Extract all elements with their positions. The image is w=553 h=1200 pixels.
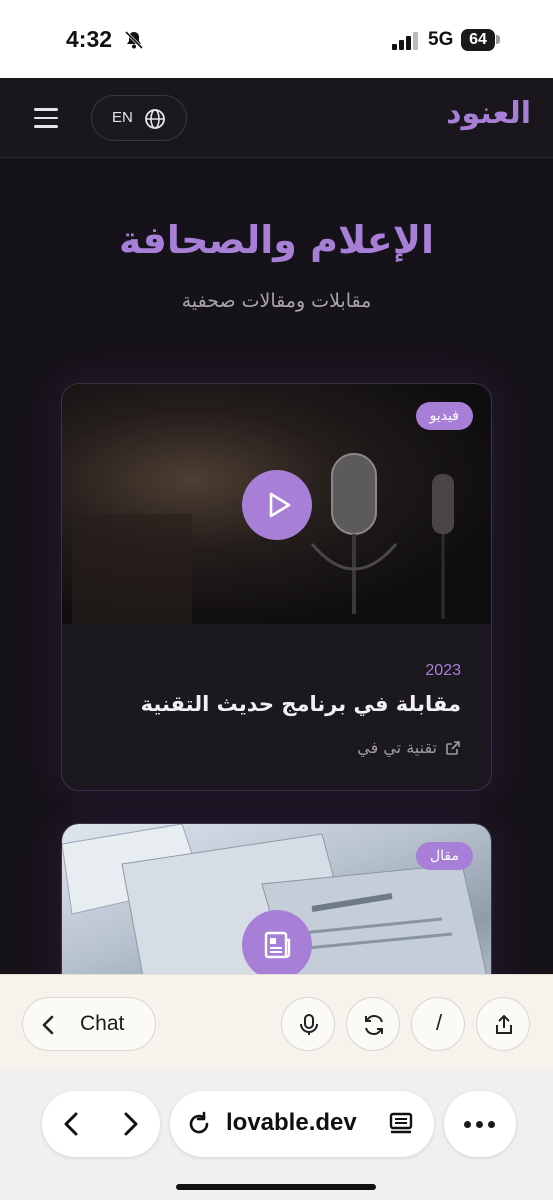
article-button[interactable] <box>242 910 312 974</box>
reload-icon[interactable] <box>186 1111 212 1137</box>
address-bar[interactable]: lovable.dev <box>170 1091 434 1157</box>
bell-slash-icon <box>124 30 144 50</box>
card-source-link[interactable]: تقنية تي في <box>357 738 461 757</box>
status-bar: 4:32 5G 64 <box>0 0 553 78</box>
language-label: EN <box>112 109 133 126</box>
share-icon <box>496 1015 512 1034</box>
chat-label: Chat <box>80 1012 125 1035</box>
card-year: 2023 <box>425 662 461 679</box>
card-badge: مقال <box>415 842 473 870</box>
nav-buttons <box>42 1091 160 1157</box>
chevron-left-icon <box>42 1015 54 1035</box>
play-icon <box>269 492 291 518</box>
navbar: EN العنود <box>0 78 553 158</box>
card-image: مقال <box>62 824 491 974</box>
back-icon[interactable] <box>60 1111 84 1137</box>
url-text[interactable]: lovable.dev <box>226 1109 357 1137</box>
external-link-icon <box>446 740 460 755</box>
chat-toolbar: Chat / <box>0 974 553 1070</box>
home-indicator <box>176 1184 376 1190</box>
more-button[interactable] <box>444 1091 516 1157</box>
card-image: فيديو <box>62 384 491 624</box>
page-title: الإعلام والصحافة <box>118 218 435 262</box>
newspaper-icon <box>264 931 291 959</box>
hamburger-icon[interactable] <box>34 108 58 128</box>
forward-icon[interactable] <box>118 1111 142 1137</box>
card-badge: فيديو <box>415 402 473 430</box>
signal-icon <box>392 32 418 50</box>
web-app: EN العنود الإعلام والصحافة مقابلات ومقال… <box>0 78 553 974</box>
reader-icon[interactable] <box>388 1111 414 1137</box>
network-label: 5G <box>428 29 454 50</box>
card-source: تقنية تي في <box>357 738 437 757</box>
media-card[interactable]: مقال <box>61 823 492 974</box>
card-title[interactable]: مقابلة في برنامج حديث التقنية <box>141 692 461 716</box>
browser-bar: lovable.dev <box>0 1070 553 1200</box>
slash-button[interactable]: / <box>411 997 465 1051</box>
battery-tip <box>496 35 500 44</box>
language-button[interactable]: EN <box>91 95 187 141</box>
refresh-button[interactable] <box>346 997 400 1051</box>
brand-logo[interactable]: العنود <box>446 96 531 131</box>
microphone-button[interactable] <box>281 997 335 1051</box>
slash-label: / <box>435 1010 443 1035</box>
chat-button[interactable]: Chat <box>22 997 156 1051</box>
more-icon <box>464 1121 471 1128</box>
battery-icon: 64 <box>461 29 495 51</box>
play-button[interactable] <box>242 470 312 540</box>
media-card[interactable]: فيديو 2023 مقابلة في برنامج حديث التقنية… <box>61 383 492 791</box>
globe-icon <box>145 109 165 129</box>
share-button[interactable] <box>476 997 530 1051</box>
status-time: 4:32 <box>66 26 113 52</box>
microphone-icon <box>300 1014 318 1035</box>
page-subtitle: مقابلات ومقالات صحفية <box>181 290 372 312</box>
refresh-icon <box>365 1015 383 1035</box>
